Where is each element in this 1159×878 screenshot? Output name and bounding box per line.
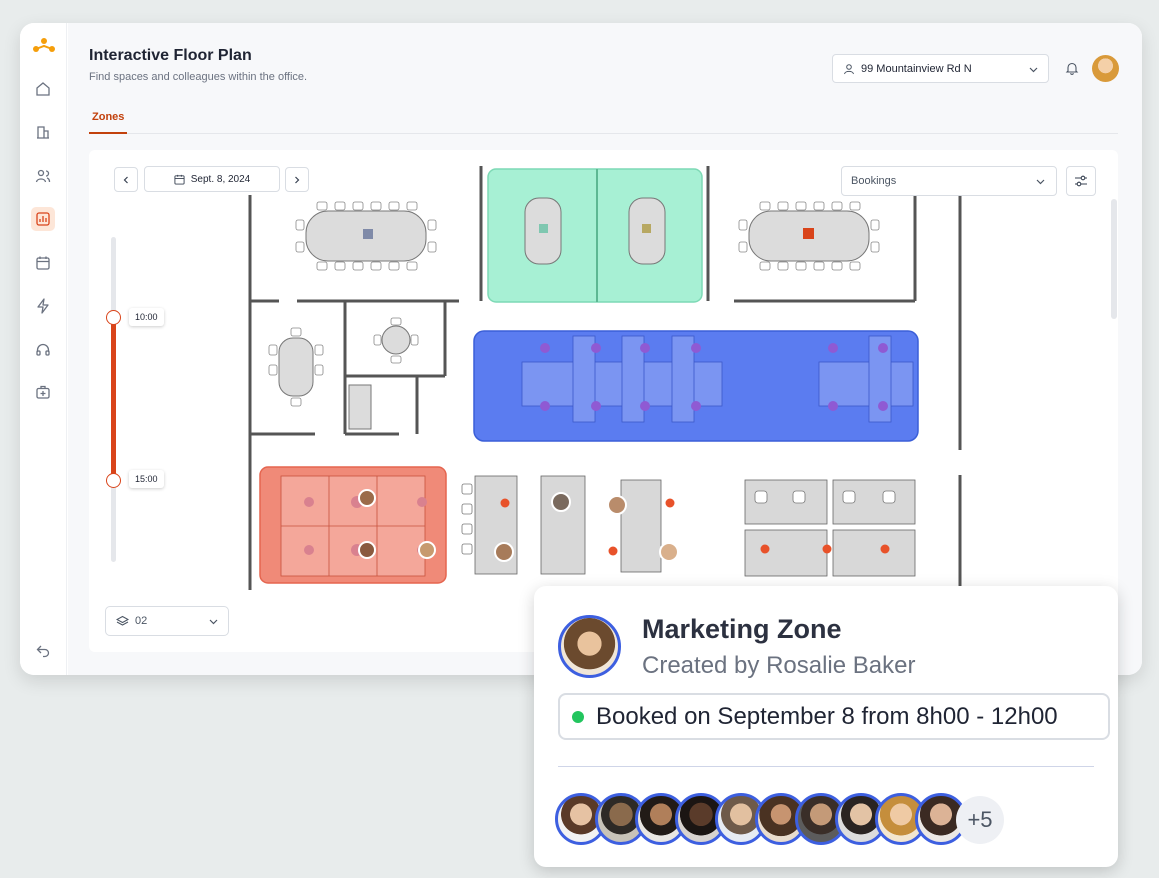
nav-buildings[interactable] bbox=[31, 120, 55, 144]
calendar-icon bbox=[36, 256, 50, 270]
view-select[interactable]: Bookings bbox=[841, 166, 1057, 196]
app-window: Interactive Floor Plan Find spaces and c… bbox=[20, 23, 1142, 675]
prev-day-button[interactable] bbox=[114, 167, 138, 192]
users-icon bbox=[35, 169, 51, 183]
medkit-icon bbox=[36, 385, 50, 399]
creator-avatar bbox=[558, 615, 621, 678]
more-members-count[interactable]: +5 bbox=[956, 796, 1004, 844]
time-slider-range bbox=[111, 317, 116, 480]
main-content: Interactive Floor Plan Find spaces and c… bbox=[68, 23, 1142, 675]
sliders-icon bbox=[1075, 175, 1087, 187]
floor-value: 02 bbox=[135, 615, 148, 627]
divider bbox=[558, 766, 1094, 767]
scrollbar[interactable] bbox=[1111, 199, 1117, 319]
filter-button[interactable] bbox=[1066, 166, 1096, 196]
logout-icon bbox=[36, 645, 50, 658]
user-icon bbox=[844, 63, 854, 74]
tab-zones[interactable]: Zones bbox=[89, 109, 128, 134]
chevron-down-icon bbox=[209, 619, 218, 625]
nav-analytics[interactable] bbox=[31, 207, 55, 231]
next-day-button[interactable] bbox=[285, 167, 309, 192]
location-value: 99 Mountainview Rd N bbox=[861, 62, 972, 75]
page-subtitle: Find spaces and colleagues within the of… bbox=[89, 71, 308, 83]
chevron-right-icon bbox=[295, 176, 300, 183]
zone-green[interactable] bbox=[487, 168, 703, 303]
chevron-left-icon bbox=[123, 176, 128, 183]
sidebar bbox=[20, 23, 67, 675]
nav-energy[interactable] bbox=[31, 294, 55, 318]
nav-people[interactable] bbox=[31, 164, 55, 188]
zone-creator: Created by Rosalie Baker bbox=[642, 652, 916, 679]
headset-icon bbox=[36, 343, 50, 356]
floor-plan-map[interactable] bbox=[89, 150, 1118, 652]
nav-home[interactable] bbox=[31, 77, 55, 101]
nav-calendar[interactable] bbox=[31, 251, 55, 275]
chevron-down-icon bbox=[1029, 67, 1038, 73]
bell-icon[interactable] bbox=[1065, 61, 1079, 75]
chart-icon bbox=[36, 212, 50, 226]
time-end-label: 15:00 bbox=[129, 470, 164, 488]
bolt-icon bbox=[37, 298, 49, 314]
nav-support[interactable] bbox=[31, 338, 55, 362]
time-start-label: 10:00 bbox=[129, 308, 164, 326]
view-select-value: Bookings bbox=[851, 175, 897, 187]
date-value: Sept. 8, 2024 bbox=[190, 173, 251, 185]
zone-popup: Marketing Zone Created by Rosalie Baker … bbox=[534, 586, 1118, 867]
layers-icon bbox=[116, 615, 129, 626]
status-dot bbox=[572, 710, 584, 723]
page-title: Interactive Floor Plan bbox=[89, 47, 252, 64]
booking-text: Booked on September 8 from 8h00 - 12h00 bbox=[596, 702, 1058, 730]
tab-bar: Zones bbox=[89, 109, 1118, 134]
date-picker[interactable]: Sept. 8, 2024 bbox=[144, 166, 280, 192]
calendar-icon bbox=[174, 174, 185, 185]
home-icon bbox=[36, 82, 50, 96]
zone-title: Marketing Zone bbox=[642, 614, 842, 644]
chevron-down-icon bbox=[1036, 179, 1045, 185]
time-slider-end-handle[interactable] bbox=[106, 473, 121, 488]
time-slider-start-handle[interactable] bbox=[106, 310, 121, 325]
floor-plan-card: Sept. 8, 2024 Bookings 10:00 15:00 02 bbox=[89, 150, 1118, 652]
booking-status: Booked on September 8 from 8h00 - 12h00 bbox=[558, 693, 1110, 740]
building-icon bbox=[37, 126, 49, 139]
nav-health[interactable] bbox=[31, 380, 55, 404]
user-avatar[interactable] bbox=[1092, 55, 1119, 82]
floor-select[interactable]: 02 bbox=[105, 606, 229, 636]
logo-icon bbox=[33, 38, 55, 52]
nav-logout[interactable] bbox=[31, 638, 55, 662]
location-select[interactable]: 99 Mountainview Rd N bbox=[832, 54, 1049, 83]
